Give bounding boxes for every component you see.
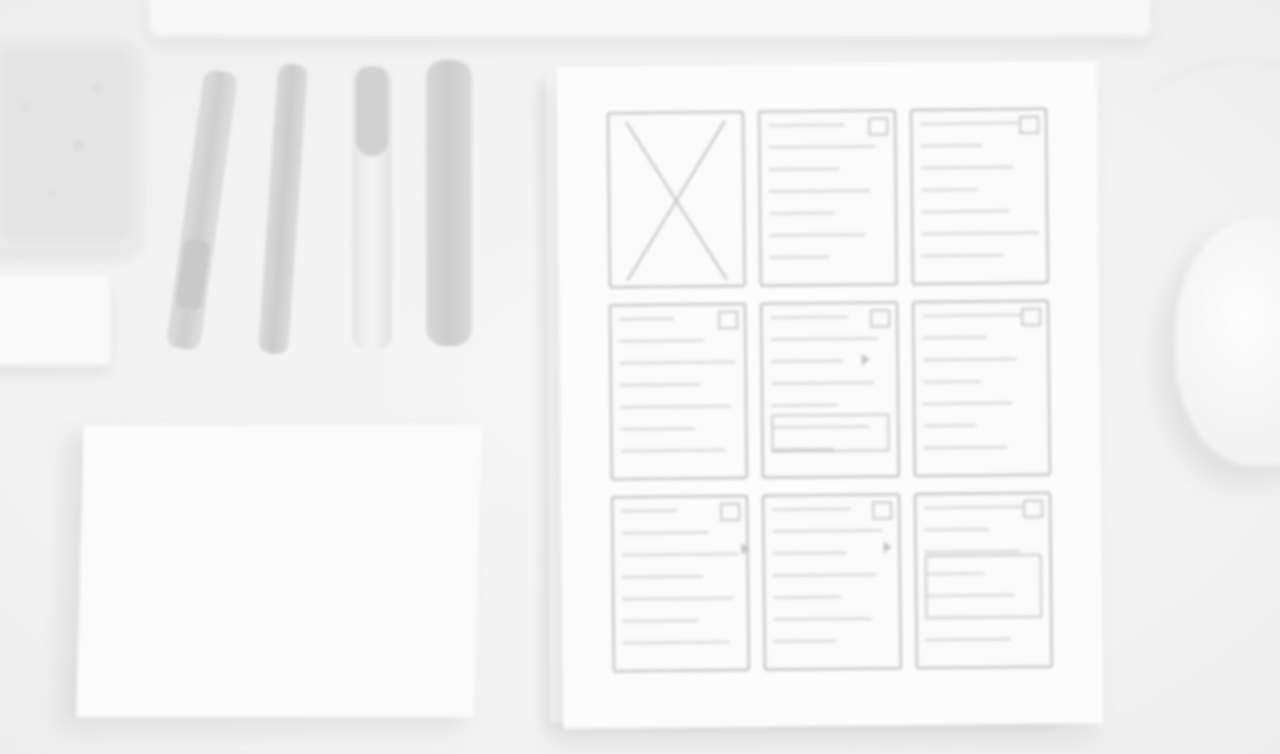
sketch-text-line bbox=[773, 639, 837, 643]
sketch-text-line bbox=[769, 233, 866, 237]
sketch-text-line bbox=[770, 315, 848, 319]
sketch-text-line bbox=[922, 336, 987, 340]
sketch-text-line bbox=[922, 402, 1013, 406]
blank-notepad bbox=[76, 425, 482, 717]
sketch-icon-box bbox=[1023, 499, 1044, 518]
desk-scene bbox=[0, 0, 1280, 754]
sketch-text-line bbox=[920, 210, 1009, 214]
wireframe-frame bbox=[913, 491, 1053, 670]
sketch-text-line bbox=[920, 166, 1014, 170]
wireframe-frame bbox=[909, 107, 1049, 286]
sketch-text-line bbox=[620, 449, 726, 453]
sketch-text-line bbox=[768, 167, 840, 171]
sketch-text-line bbox=[921, 254, 1004, 258]
sketch-text-line bbox=[921, 313, 1022, 318]
sketch-text-line bbox=[620, 427, 696, 431]
mouse bbox=[1175, 218, 1280, 466]
sketch-text-line bbox=[922, 358, 1017, 362]
sketch-panel bbox=[924, 553, 1043, 620]
sketch-text-line bbox=[768, 145, 876, 149]
sketch-text-line bbox=[925, 638, 1011, 642]
pencil bbox=[257, 63, 309, 355]
eraser bbox=[0, 275, 110, 365]
wireframe-frame bbox=[911, 299, 1051, 478]
sketch-text-line bbox=[621, 575, 704, 579]
flow-arrow bbox=[861, 353, 870, 366]
sketch-icon-box bbox=[869, 309, 890, 328]
sketch-text-line bbox=[622, 619, 699, 623]
sketch-text-line bbox=[919, 122, 1019, 126]
sketch-text-line bbox=[924, 550, 1021, 554]
sketch-text-line bbox=[772, 507, 852, 511]
sketch-text-line bbox=[619, 339, 705, 343]
flow-arrow bbox=[883, 541, 892, 554]
sketch-text-line bbox=[621, 531, 709, 535]
sketch-panel bbox=[771, 413, 890, 453]
sketch-text-line bbox=[924, 528, 990, 532]
stylus bbox=[426, 60, 472, 346]
sketch-text-line bbox=[622, 597, 735, 601]
sketch-icon-box bbox=[1019, 115, 1040, 135]
sketch-text-line bbox=[769, 189, 871, 193]
sketch-icon-box bbox=[718, 310, 739, 330]
sketch-grid bbox=[607, 107, 1053, 673]
sketch-text-line bbox=[621, 509, 678, 513]
wireframe-frame bbox=[607, 110, 747, 289]
marker bbox=[352, 66, 392, 351]
stone-tray bbox=[0, 40, 140, 250]
sketch-text-line bbox=[773, 573, 878, 577]
wireframe-frame bbox=[758, 109, 898, 287]
sketch-text-line bbox=[920, 188, 978, 192]
wireframe-frame bbox=[762, 493, 902, 671]
sketch-text-line bbox=[773, 617, 873, 621]
sketch-text-line bbox=[619, 360, 736, 365]
sketch-text-line bbox=[619, 383, 700, 387]
sketch-text-line bbox=[770, 359, 843, 363]
sketch-text-line bbox=[920, 231, 1040, 236]
sketch-text-line bbox=[768, 123, 845, 127]
sketch-icon-box bbox=[867, 117, 888, 136]
sketch-text-line bbox=[622, 641, 730, 645]
wireframe-frame bbox=[760, 301, 900, 479]
sketch-text-line bbox=[619, 317, 674, 321]
sketch-text-line bbox=[621, 552, 739, 557]
flow-arrow bbox=[741, 542, 750, 555]
pen-grip bbox=[175, 237, 211, 311]
sketch-text-line bbox=[769, 255, 830, 259]
wireframe-frame bbox=[611, 494, 751, 673]
sketch-text-line bbox=[770, 337, 879, 341]
sketch-text-line bbox=[771, 381, 874, 385]
sketch-text-line bbox=[772, 529, 883, 533]
sketch-text-line bbox=[923, 446, 1008, 450]
keyboard bbox=[150, 0, 1150, 36]
sketch-icon-box bbox=[720, 502, 741, 522]
mouse-cable bbox=[1120, 60, 1280, 244]
pen bbox=[165, 68, 239, 352]
wireframe-sketch-sheet bbox=[556, 61, 1104, 729]
sketch-text-line bbox=[922, 380, 982, 384]
sketch-text-line bbox=[620, 405, 731, 409]
wireframe-frame bbox=[609, 302, 749, 481]
sketch-text-line bbox=[922, 424, 977, 428]
marker-cap bbox=[356, 66, 388, 156]
sketch-icon-box bbox=[1021, 307, 1042, 326]
sketch-text-line bbox=[771, 403, 839, 407]
sketch-text-line bbox=[769, 211, 835, 215]
sketch-text-line bbox=[920, 144, 983, 148]
sketch-icon-box bbox=[871, 501, 892, 520]
sketch-text-line bbox=[923, 505, 1026, 510]
sketch-text-line bbox=[772, 551, 847, 555]
sketch-text-line bbox=[773, 595, 842, 599]
